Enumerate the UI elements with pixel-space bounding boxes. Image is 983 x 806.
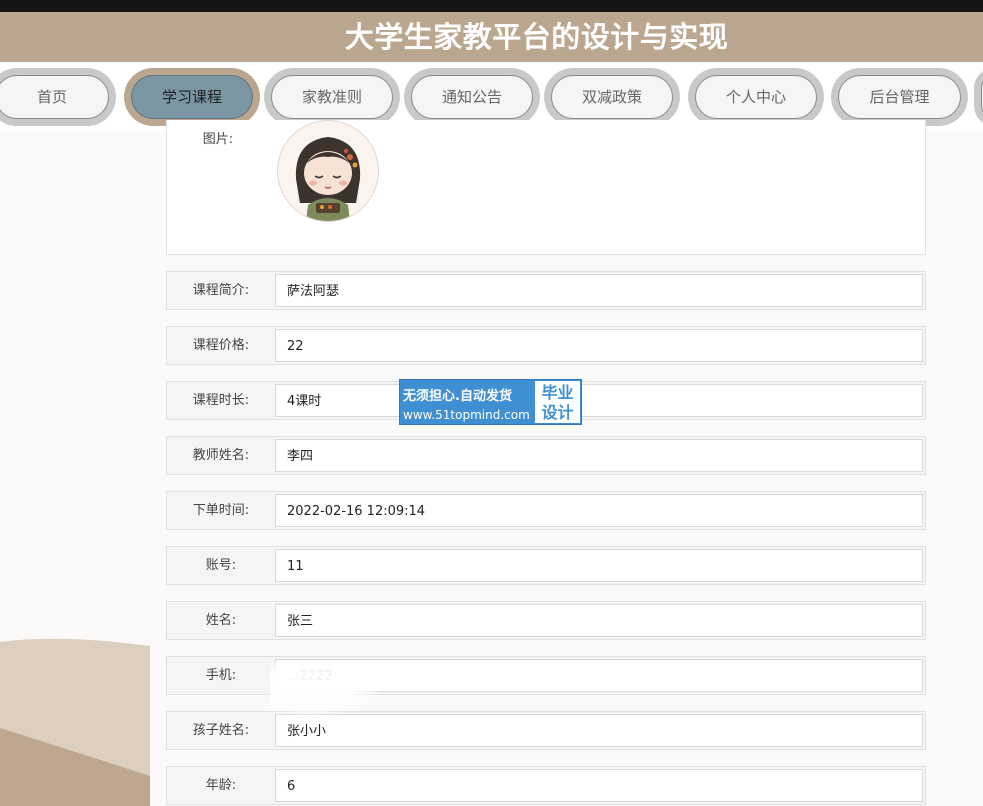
- nav-item-label: 学习课程: [131, 75, 253, 119]
- field-row-teacher-name: 教师姓名: 李四: [166, 436, 926, 475]
- image-field-label: 图片:: [202, 132, 234, 147]
- field-label: 下单时间:: [192, 503, 250, 518]
- field-value: 2022-02-16 12:09:14: [275, 494, 923, 527]
- field-row-order-time: 下单时间: 2022-02-16 12:09:14: [166, 491, 926, 530]
- nav-item-label: 双减政策: [551, 75, 673, 119]
- field-label: 课程简介:: [192, 283, 250, 298]
- nav-item-overflow[interactable]: [974, 68, 983, 126]
- watermark-main-text: 无须担心.自动发货: [403, 389, 512, 404]
- nav-item-label: 家教准则: [271, 75, 393, 119]
- nav-item-admin[interactable]: 后台管理: [831, 68, 968, 126]
- window-top-strip: [0, 0, 983, 12]
- field-value: ...2222: [275, 659, 923, 692]
- nav-item-courses[interactable]: 学习课程: [124, 68, 260, 126]
- field-label: 教师姓名:: [192, 448, 250, 463]
- field-label: 孩子姓名:: [192, 723, 250, 738]
- field-label: 账号:: [205, 558, 237, 573]
- background-wave-decoration: [0, 638, 150, 806]
- field-value: 李四: [275, 439, 923, 472]
- field-row-phone: 手机: ...2222: [166, 656, 926, 695]
- field-value: 11: [275, 549, 923, 582]
- site-header: 大学生家教平台的设计与实现: [0, 12, 983, 62]
- field-row-child-name: 孩子姓名: 张小小: [166, 711, 926, 750]
- nav-item-label: 首页: [0, 75, 109, 119]
- image-field-panel: 图片:: [166, 120, 926, 255]
- field-label: 姓名:: [205, 613, 237, 628]
- field-row-name: 姓名: 张三: [166, 601, 926, 640]
- nav-item-label: 后台管理: [838, 75, 961, 119]
- nav-item-notices[interactable]: 通知公告: [404, 68, 540, 126]
- nav-item-guidelines[interactable]: 家教准则: [264, 68, 400, 126]
- field-value: 张三: [275, 604, 923, 637]
- field-value: 张小小: [275, 714, 923, 747]
- nav-item-label: 通知公告: [411, 75, 533, 119]
- field-value: 4课时: [275, 384, 923, 417]
- field-value: 萨法阿瑟: [275, 274, 923, 307]
- nav-item-home[interactable]: 首页: [0, 68, 116, 126]
- site-title: 大学生家教平台的设计与实现: [344, 20, 729, 54]
- watermark-side-box: 毕业 设计: [535, 381, 580, 423]
- course-image: [277, 120, 379, 222]
- field-label: 年龄:: [205, 778, 237, 793]
- field-label: 课程时长:: [192, 393, 250, 408]
- field-value: 6: [275, 769, 923, 802]
- field-label: 手机:: [205, 668, 237, 683]
- field-label: 课程价格:: [192, 338, 250, 353]
- field-value: 22: [275, 329, 923, 362]
- field-row-age: 年龄: 6: [166, 766, 926, 805]
- nav-item-profile[interactable]: 个人中心: [688, 68, 824, 126]
- watermark-side-line2: 设计: [541, 403, 574, 422]
- nav-item-policy[interactable]: 双减政策: [544, 68, 680, 126]
- watermark-url: www.51topmind.com: [403, 408, 530, 422]
- watermark-side-line1: 毕业: [541, 383, 574, 402]
- girl-avatar-icon: [295, 137, 361, 221]
- field-row-course-intro: 课程简介: 萨法阿瑟: [166, 271, 926, 310]
- watermark-banner: 无须担心.自动发货 www.51topmind.com 毕业 设计: [399, 379, 582, 425]
- field-row-course-price: 课程价格: 22: [166, 326, 926, 365]
- field-row-account: 账号: 11: [166, 546, 926, 585]
- nav-item-label: 个人中心: [695, 75, 817, 119]
